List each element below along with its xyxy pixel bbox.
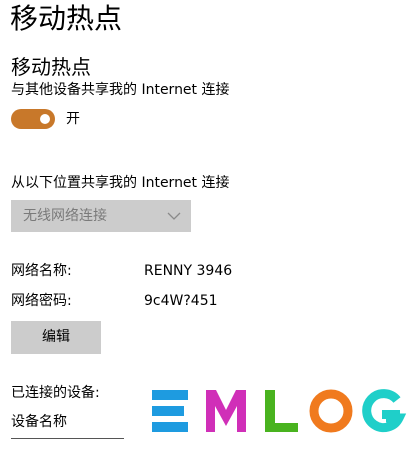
share-from-label: 从以下位置共享我的 Internet 连接 [11,175,230,191]
network-name-label: 网络名称: [11,263,72,279]
network-password-value: 9c4W?451 [144,293,218,309]
watermark-letter-o [309,389,353,433]
hotspot-description: 与其他设备共享我的 Internet 连接 [11,82,230,98]
watermark-letter-g [362,389,407,433]
share-from-dropdown[interactable]: 无线网络连接 [11,200,191,232]
emlog-watermark-logo [127,380,418,452]
watermark-letter-e [152,390,188,432]
edit-button[interactable]: 编辑 [11,321,101,354]
toggle-knob [40,114,50,124]
watermark-letter-l [265,390,298,432]
watermark-letter-m [206,390,246,432]
network-password-label: 网络密码: [11,293,72,309]
network-name-value: RENNY 3946 [144,263,233,279]
connected-devices-label: 已连接的设备: [11,385,100,401]
device-list-divider [11,438,124,439]
share-from-dropdown-value: 无线网络连接 [23,208,107,224]
hotspot-section-title: 移动热点 [11,55,91,79]
hotspot-toggle-switch[interactable] [11,109,55,129]
toggle-state-label: 开 [66,111,80,127]
device-name-column-header: 设备名称 [11,414,67,430]
chevron-down-icon [167,212,181,220]
page-title: 移动热点 [10,2,123,35]
